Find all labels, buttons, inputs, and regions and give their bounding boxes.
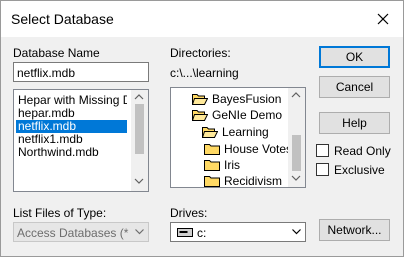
dir-item-iris[interactable]: Iris bbox=[204, 157, 240, 173]
folder-icon bbox=[204, 176, 220, 187]
dir-label: BayesFusion bbox=[212, 92, 282, 106]
ok-button[interactable]: OK bbox=[319, 46, 390, 68]
dir-label: GeNIe Demo bbox=[212, 108, 283, 122]
file-list-scroll-thumb[interactable] bbox=[135, 104, 144, 154]
open-folder-icon bbox=[202, 127, 218, 138]
cancel-button[interactable]: Cancel bbox=[319, 76, 390, 98]
title-bar: Select Database bbox=[1, 1, 403, 37]
database-name-input[interactable]: netflix.mdb bbox=[13, 62, 149, 82]
directory-tree[interactable]: BayesFusion GeNIe Demo Learning House Vo… bbox=[170, 87, 306, 188]
file-item[interactable]: Hepar with Missing Data bbox=[16, 94, 127, 107]
scroll-up-icon[interactable] bbox=[291, 92, 301, 98]
chevron-down-icon bbox=[135, 229, 144, 235]
select-database-dialog: Select Database Database Name netflix.md… bbox=[0, 0, 404, 257]
file-list[interactable]: Hepar with Missing Data hepar.mdb netfli… bbox=[13, 89, 149, 192]
database-name-label: Database Name bbox=[13, 46, 100, 60]
dir-item-learning[interactable]: Learning bbox=[202, 124, 269, 140]
dir-label: House Votes bbox=[224, 142, 293, 156]
file-item[interactable]: Northwind.mdb bbox=[16, 146, 127, 159]
folder-icon bbox=[204, 160, 220, 171]
file-list-scrollbar[interactable] bbox=[131, 90, 148, 191]
dir-label: Recidivism bbox=[224, 174, 283, 188]
close-button[interactable] bbox=[365, 3, 401, 35]
folder-icon bbox=[204, 144, 220, 155]
drives-value: c: bbox=[197, 226, 207, 240]
file-type-select[interactable]: Access Databases (*.mdb) bbox=[13, 222, 149, 242]
exclusive-label: Exclusive bbox=[334, 163, 385, 177]
file-type-label: List Files of Type: bbox=[13, 206, 107, 220]
drive-icon bbox=[177, 228, 193, 237]
drives-select[interactable]: c: bbox=[170, 222, 306, 242]
dir-label: Learning bbox=[222, 125, 269, 139]
directory-tree-scroll-thumb[interactable] bbox=[292, 135, 301, 171]
read-only-checkbox[interactable] bbox=[316, 144, 329, 157]
current-path: c:\...\learning bbox=[170, 66, 239, 80]
directories-label: Directories: bbox=[170, 46, 231, 60]
exclusive-checkbox[interactable] bbox=[316, 163, 329, 176]
scroll-up-icon[interactable] bbox=[134, 94, 144, 100]
dir-label: Iris bbox=[224, 158, 240, 172]
dir-item-genie-demo[interactable]: GeNIe Demo bbox=[192, 107, 282, 123]
drives-label: Drives: bbox=[170, 206, 208, 220]
close-icon bbox=[377, 13, 389, 25]
dir-item-bayesfusion[interactable]: BayesFusion bbox=[192, 91, 281, 107]
chevron-down-icon bbox=[292, 229, 301, 235]
file-item-selected[interactable]: netflix.mdb bbox=[16, 120, 127, 133]
directory-tree-scrollbar[interactable] bbox=[288, 88, 305, 187]
file-type-value: Access Databases (*.mdb) bbox=[17, 226, 129, 240]
dir-item-house-votes[interactable]: House Votes bbox=[204, 141, 292, 157]
scroll-down-icon[interactable] bbox=[291, 175, 301, 181]
database-name-value: netflix.mdb bbox=[17, 66, 76, 80]
dialog-title: Select Database bbox=[11, 11, 114, 27]
open-folder-icon bbox=[192, 110, 208, 121]
dir-item-recidivism[interactable]: Recidivism bbox=[204, 173, 283, 188]
open-folder-icon bbox=[192, 94, 208, 105]
scroll-down-icon[interactable] bbox=[134, 178, 144, 184]
read-only-label: Read Only bbox=[334, 144, 391, 158]
help-button[interactable]: Help bbox=[319, 112, 390, 134]
file-item[interactable]: hepar.mdb bbox=[16, 107, 127, 120]
file-item[interactable]: netflix1.mdb bbox=[16, 133, 127, 146]
network-button[interactable]: Network... bbox=[319, 219, 390, 241]
